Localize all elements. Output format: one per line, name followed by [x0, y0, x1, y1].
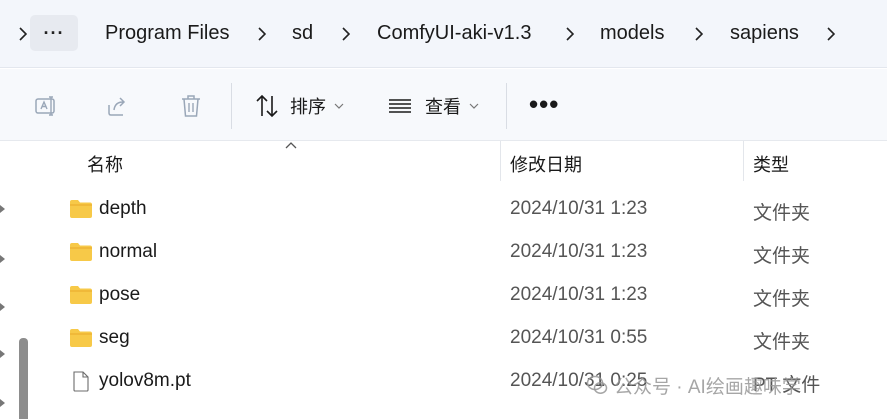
file-date: 2024/10/31 1:23 — [510, 198, 648, 219]
column-header-row: 名称 修改日期 类型 — [36, 141, 887, 181]
more-options-button[interactable]: ••• — [529, 91, 559, 117]
chevron-right-icon[interactable] — [16, 24, 30, 44]
breadcrumb-comfyui[interactable]: ComfyUI-aki-v1.3 — [377, 22, 531, 45]
chevron-right-icon[interactable] — [255, 24, 269, 44]
file-name: normal — [99, 241, 158, 262]
share-icon[interactable] — [105, 93, 131, 119]
file-date: 2024/10/31 1:23 — [510, 284, 648, 305]
folder-icon — [70, 286, 92, 304]
file-date: 2024/10/31 0:55 — [510, 327, 648, 348]
folder-icon — [70, 200, 92, 218]
file-name: depth — [99, 198, 147, 219]
wechat-icon — [586, 375, 608, 394]
sort-button[interactable]: 排序 — [254, 91, 344, 121]
watermark-text: 公众号 · AI绘画趣味学 — [614, 376, 801, 398]
chevron-down-icon — [334, 103, 344, 109]
file-type: 文件夹 — [753, 289, 811, 310]
expand-arrow-icon[interactable] — [0, 350, 5, 358]
file-name: pose — [99, 284, 141, 305]
folder-icon — [70, 243, 92, 261]
view-label: 查看 — [425, 97, 461, 117]
sort-icon — [254, 93, 280, 119]
breadcrumb-models[interactable]: models — [600, 22, 664, 45]
navigation-scrollbar[interactable] — [19, 338, 28, 419]
chevron-right-icon[interactable] — [692, 24, 706, 44]
breadcrumb-overflow-button[interactable]: ··· — [30, 15, 78, 51]
toolbar-divider — [506, 83, 507, 129]
chevron-right-icon[interactable] — [339, 24, 353, 44]
delete-icon[interactable] — [178, 93, 204, 119]
file-date: 2024/10/31 1:23 — [510, 241, 648, 262]
expand-arrow-icon[interactable] — [0, 255, 5, 263]
toolbar-divider — [231, 83, 232, 129]
file-row-normal[interactable]: normal 2024/10/31 1:23 文件夹 — [36, 232, 887, 272]
breadcrumb-program-files[interactable]: Program Files — [105, 22, 229, 45]
breadcrumb-sd[interactable]: sd — [292, 22, 313, 45]
rename-icon[interactable] — [33, 93, 59, 119]
file-icon — [73, 371, 89, 392]
file-type: 文件夹 — [753, 332, 811, 353]
sort-ascending-icon — [285, 142, 297, 149]
file-row-depth[interactable]: depth 2024/10/31 1:23 文件夹 — [36, 189, 887, 229]
file-name: yolov8m.pt — [99, 370, 191, 391]
column-header-name[interactable]: 名称 — [87, 151, 123, 177]
expand-arrow-icon[interactable] — [0, 205, 5, 213]
column-header-type[interactable]: 类型 — [753, 151, 789, 177]
view-list-icon — [387, 93, 413, 119]
chevron-down-icon — [469, 103, 479, 109]
column-divider[interactable] — [500, 141, 501, 181]
view-button[interactable]: 查看 — [387, 91, 479, 121]
watermark: 公众号 · AI绘画趣味学 — [586, 371, 801, 399]
chevron-right-icon[interactable] — [824, 24, 838, 44]
command-bar: 排序 查看 ••• — [0, 69, 887, 141]
expand-arrow-icon[interactable] — [0, 303, 5, 311]
file-name: seg — [99, 327, 130, 348]
file-row-pose[interactable]: pose 2024/10/31 1:23 文件夹 — [36, 275, 887, 315]
expand-arrow-icon[interactable] — [0, 399, 5, 407]
breadcrumb-sapiens[interactable]: sapiens — [730, 22, 799, 45]
sort-label: 排序 — [290, 97, 326, 117]
chevron-right-icon[interactable] — [563, 24, 577, 44]
column-header-date-modified[interactable]: 修改日期 — [510, 151, 582, 177]
folder-icon — [70, 329, 92, 347]
file-type: 文件夹 — [753, 246, 811, 267]
file-type: 文件夹 — [753, 203, 811, 224]
address-bar: ··· Program Files sd ComfyUI-aki-v1.3 mo… — [0, 0, 887, 68]
file-row-seg[interactable]: seg 2024/10/31 0:55 文件夹 — [36, 318, 887, 358]
column-divider[interactable] — [743, 141, 744, 181]
